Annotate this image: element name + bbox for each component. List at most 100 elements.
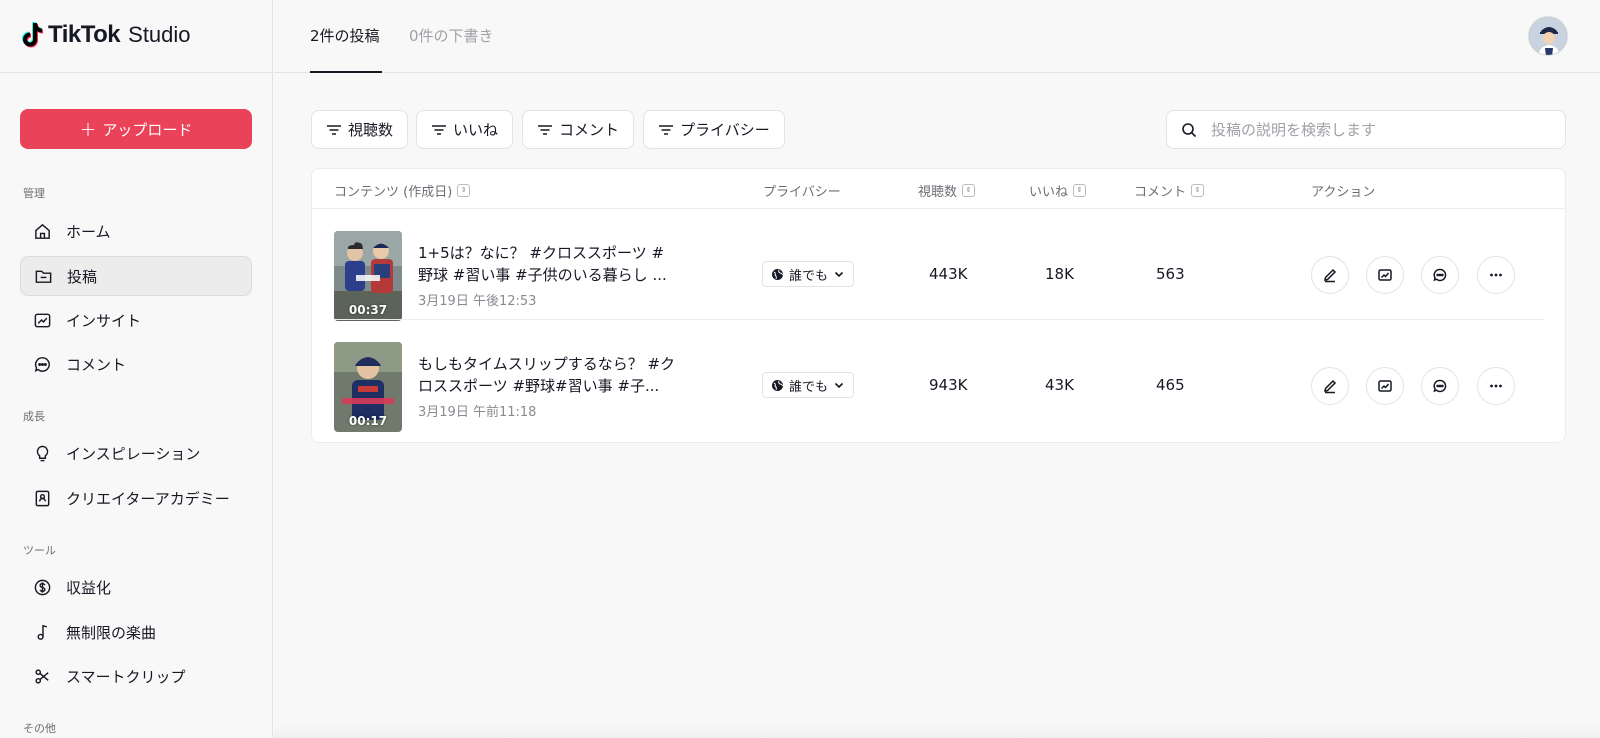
sidebar-item-posts[interactable]: 投稿 <box>20 256 252 296</box>
privacy-value: 誰でも <box>789 268 829 284</box>
sidebar-item-monetization[interactable]: 収益化 <box>20 567 252 607</box>
top-header: 2件の投稿 0件の下書き <box>274 0 1600 73</box>
comments-button[interactable] <box>1421 367 1459 405</box>
sidebar-item-comments[interactable]: コメント <box>20 344 252 384</box>
video-thumbnail[interactable]: 00:37 <box>334 231 402 321</box>
chart-icon <box>32 310 52 330</box>
video-thumbnail[interactable]: 00:17 <box>334 342 402 432</box>
filter-comments-button[interactable]: コメント <box>522 110 635 149</box>
section-tools: ツール <box>23 544 56 557</box>
column-header-actions: アクション <box>1311 181 1375 200</box>
table-row: 00:17 もしもタイムスリップするなら？ #クロススポーツ #野球#習い事 #… <box>312 320 1565 432</box>
sort-icon[interactable]: ⇕ <box>962 184 976 197</box>
column-header-label: コンテンツ (作成日) <box>334 185 453 200</box>
chart-icon <box>1378 269 1392 281</box>
sidebar-item-label: 収益化 <box>66 578 112 597</box>
comment-icon <box>1433 268 1447 282</box>
filter-icon <box>432 124 446 135</box>
pencil-icon <box>1324 268 1337 283</box>
post-date: 3月19日 午前11:18 <box>418 405 537 420</box>
globe-icon <box>772 379 783 391</box>
sort-icon[interactable]: ⇕ <box>1191 184 1205 197</box>
edit-button[interactable] <box>1311 256 1349 294</box>
column-header-label: アクション <box>1311 185 1376 200</box>
privacy-dropdown[interactable]: 誰でも <box>762 372 855 398</box>
comments-count: 563 <box>1156 265 1185 283</box>
tab-underline <box>310 71 382 73</box>
post-title[interactable]: もしもタイムスリップするなら？ #クロススポーツ #野球#習い事 #子... <box>418 353 678 397</box>
sidebar-item-label: スマートクリップ <box>66 667 186 686</box>
filter-likes-button[interactable]: いいね <box>416 110 514 149</box>
sidebar-item-label: クリエイターアカデミー <box>66 489 230 508</box>
column-header-label: コメント <box>1134 185 1187 200</box>
likes-count: 43K <box>1045 376 1074 394</box>
filter-icon <box>538 124 552 135</box>
sort-icon[interactable]: ⇕ <box>457 184 471 197</box>
pencil-icon <box>1324 379 1337 394</box>
filter-icon <box>327 124 341 135</box>
insights-button[interactable] <box>1366 256 1404 294</box>
post-title[interactable]: 1+5は？なに？ #クロススポーツ #野球 #習い事 #子供のいる暮らし ... <box>418 242 678 286</box>
search-input[interactable] <box>1211 120 1551 139</box>
posts-table: コンテンツ (作成日) ⇕ プライバシー 視聴数 ⇕ いいね ⇕ コメント ⇕ … <box>311 168 1566 443</box>
filter-privacy-button[interactable]: プライバシー <box>643 110 785 149</box>
comments-button[interactable] <box>1421 256 1459 294</box>
avatar[interactable] <box>1528 16 1568 56</box>
sort-icon[interactable]: ⇕ <box>1073 184 1087 197</box>
sidebar-item-insights[interactable]: インサイト <box>20 300 252 340</box>
tiktok-note-icon <box>22 22 43 48</box>
sidebar: TikTok Studio + アップロード 管理 ホーム 投稿 インサイト コ… <box>0 0 273 738</box>
column-header-views[interactable]: 視聴数 ⇕ <box>918 181 976 200</box>
filter-views-button[interactable]: 視聴数 <box>311 110 409 149</box>
video-duration: 00:37 <box>348 303 388 317</box>
search-icon <box>1182 122 1197 137</box>
sidebar-item-academy[interactable]: クリエイターアカデミー <box>20 478 252 518</box>
tab-drafts[interactable]: 0件の下書き <box>409 25 494 73</box>
logo-text: TikTok <box>48 21 121 48</box>
table-row: 00:37 1+5は？なに？ #クロススポーツ #野球 #習い事 #子供のいる暮… <box>312 209 1565 321</box>
chevron-down-icon <box>834 382 844 389</box>
section-other: その他 <box>23 722 56 735</box>
views-count: 943K <box>929 376 968 394</box>
tab-posts[interactable]: 2件の投稿 <box>310 25 382 73</box>
filter-label: コメント <box>559 121 620 139</box>
sidebar-item-home[interactable]: ホーム <box>20 211 252 251</box>
column-header-comments[interactable]: コメント ⇕ <box>1134 181 1205 200</box>
avatar-illustration-icon <box>1529 17 1567 55</box>
logo-suffix: Studio <box>128 22 191 47</box>
sidebar-divider <box>0 72 273 73</box>
tiktok-studio-logo[interactable]: TikTok Studio <box>20 20 191 50</box>
sidebar-item-label: コメント <box>66 355 127 374</box>
search-box <box>1166 110 1566 149</box>
comment-icon <box>1433 379 1447 393</box>
filter-label: 視聴数 <box>348 121 394 139</box>
sidebar-item-inspiration[interactable]: インスピレーション <box>20 433 252 473</box>
more-options-button[interactable] <box>1477 367 1515 405</box>
upload-button[interactable]: + アップロード <box>20 109 252 149</box>
privacy-dropdown[interactable]: 誰でも <box>762 261 855 287</box>
sidebar-item-music[interactable]: 無制限の楽曲 <box>20 612 252 652</box>
ellipsis-icon <box>1490 273 1502 277</box>
comments-count: 465 <box>1156 376 1185 394</box>
edit-button[interactable] <box>1311 367 1349 405</box>
sidebar-item-label: インサイト <box>66 311 142 330</box>
music-note-icon <box>32 622 52 642</box>
sidebar-item-label: 投稿 <box>67 267 98 286</box>
column-header-label: 視聴数 <box>918 185 958 200</box>
dollar-icon <box>32 577 52 597</box>
filter-icon <box>659 124 673 135</box>
comment-icon <box>32 354 52 374</box>
column-header-likes[interactable]: いいね ⇕ <box>1029 181 1087 200</box>
more-options-button[interactable] <box>1477 256 1515 294</box>
folder-icon <box>33 266 53 286</box>
views-count: 443K <box>929 265 968 283</box>
upload-label: アップロード <box>102 120 193 139</box>
sidebar-item-smartclip[interactable]: スマートクリップ <box>20 656 252 696</box>
scissors-icon <box>32 666 52 686</box>
column-header-content[interactable]: コンテンツ (作成日) ⇕ <box>334 181 471 200</box>
insights-button[interactable] <box>1366 367 1404 405</box>
filter-label: プライバシー <box>680 121 770 139</box>
lightbulb-icon <box>32 443 52 463</box>
column-header-label: プライバシー <box>763 185 841 200</box>
video-duration: 00:17 <box>348 414 388 428</box>
